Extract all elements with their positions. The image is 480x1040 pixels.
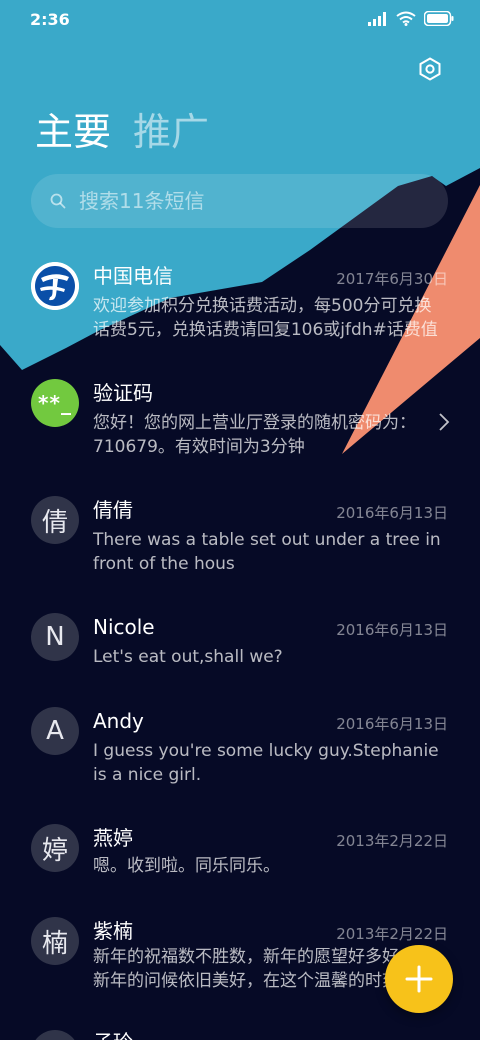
message-preview-line: is a nice girl. — [93, 765, 202, 785]
message-date: 2013年2月22日 — [336, 925, 448, 943]
conversation-item[interactable]: A Andy 2016年6月13日 I guess you're some lu… — [0, 703, 480, 803]
message-date: 2017年6月30日 — [336, 270, 448, 288]
message-date: 2013年2月22日 — [336, 832, 448, 850]
plus-icon — [405, 965, 433, 993]
tab-primary[interactable]: 主要 — [35, 108, 111, 156]
avatar: N — [31, 613, 79, 661]
avatar: **_ — [31, 379, 79, 427]
signal-icon — [368, 11, 386, 26]
avatar: A — [31, 707, 79, 755]
message-date: 2016年6月13日 — [336, 504, 448, 522]
message-preview: 您好！您的网上营业厅登录的随机密码为：710679。有效时间为3分钟 — [93, 413, 416, 457]
status-time: 2:36 — [30, 10, 70, 29]
message-preview-line: I guess you're some lucky guy.Stephanie — [93, 741, 439, 761]
telecom-logo-icon — [31, 262, 79, 310]
chevron-right-icon[interactable] — [438, 412, 450, 432]
avatar: 倩 — [31, 496, 79, 544]
contact-name: Nicole — [93, 615, 155, 639]
avatar: 玲 — [31, 1030, 79, 1040]
conversation-item[interactable]: 玲 子玲 — [0, 1028, 480, 1040]
conversation-item[interactable]: 中国电信 2017年6月30日 欢迎参加积分兑换话费活动，每500分可兑换话费5… — [0, 258, 480, 358]
contact-name: 紫楠 — [93, 919, 133, 943]
conversation-item[interactable]: N Nicole 2016年6月13日 Let's eat out,shall … — [0, 609, 480, 689]
contact-name: 倩倩 — [93, 498, 133, 522]
avatar: 婷 — [31, 824, 79, 872]
contact-name: 燕婷 — [93, 826, 133, 850]
avatar — [31, 262, 79, 310]
settings-icon — [419, 57, 441, 81]
search-input[interactable] — [79, 189, 419, 213]
conversation-item[interactable]: **_ 验证码 您好！您的网上营业厅登录的随机密码为：710679。有效时间为3… — [0, 375, 480, 475]
message-preview: 嗯。收到啦。同乐同乐。 — [93, 856, 280, 876]
contact-name: Andy — [93, 709, 144, 733]
battery-icon — [424, 11, 454, 26]
message-date: 2016年6月13日 — [336, 715, 448, 733]
new-message-button[interactable] — [385, 945, 453, 1013]
contact-name: 子玲 — [93, 1029, 133, 1040]
conversation-item[interactable]: 倩 倩倩 2016年6月13日 There was a table set ou… — [0, 492, 480, 592]
message-preview: 欢迎参加积分兑换话费活动，每500分可兑换话费5元，兑换话费请回复106或jfd… — [93, 296, 438, 340]
search-icon — [49, 192, 67, 210]
message-date: 2016年6月13日 — [336, 621, 448, 639]
conversation-item[interactable]: 婷 燕婷 2013年2月22日 嗯。收到啦。同乐同乐。 — [0, 820, 480, 900]
status-bar: 2:36 — [0, 0, 480, 40]
avatar: 楠 — [31, 917, 79, 965]
tab-promotions[interactable]: 推广 — [133, 108, 209, 156]
message-preview-line: There was a table set out under a tree i… — [93, 530, 441, 550]
wifi-icon — [396, 11, 416, 26]
message-preview: Let's eat out,shall we? — [93, 647, 283, 667]
tab-bar: 主要 推广 — [35, 108, 209, 156]
settings-button[interactable] — [414, 53, 446, 85]
search-bar[interactable] — [31, 174, 448, 228]
status-icons — [368, 11, 454, 26]
contact-name: 验证码 — [93, 381, 153, 405]
contact-name: 中国电信 — [93, 264, 173, 288]
message-preview-line: front of the hous — [93, 554, 235, 574]
